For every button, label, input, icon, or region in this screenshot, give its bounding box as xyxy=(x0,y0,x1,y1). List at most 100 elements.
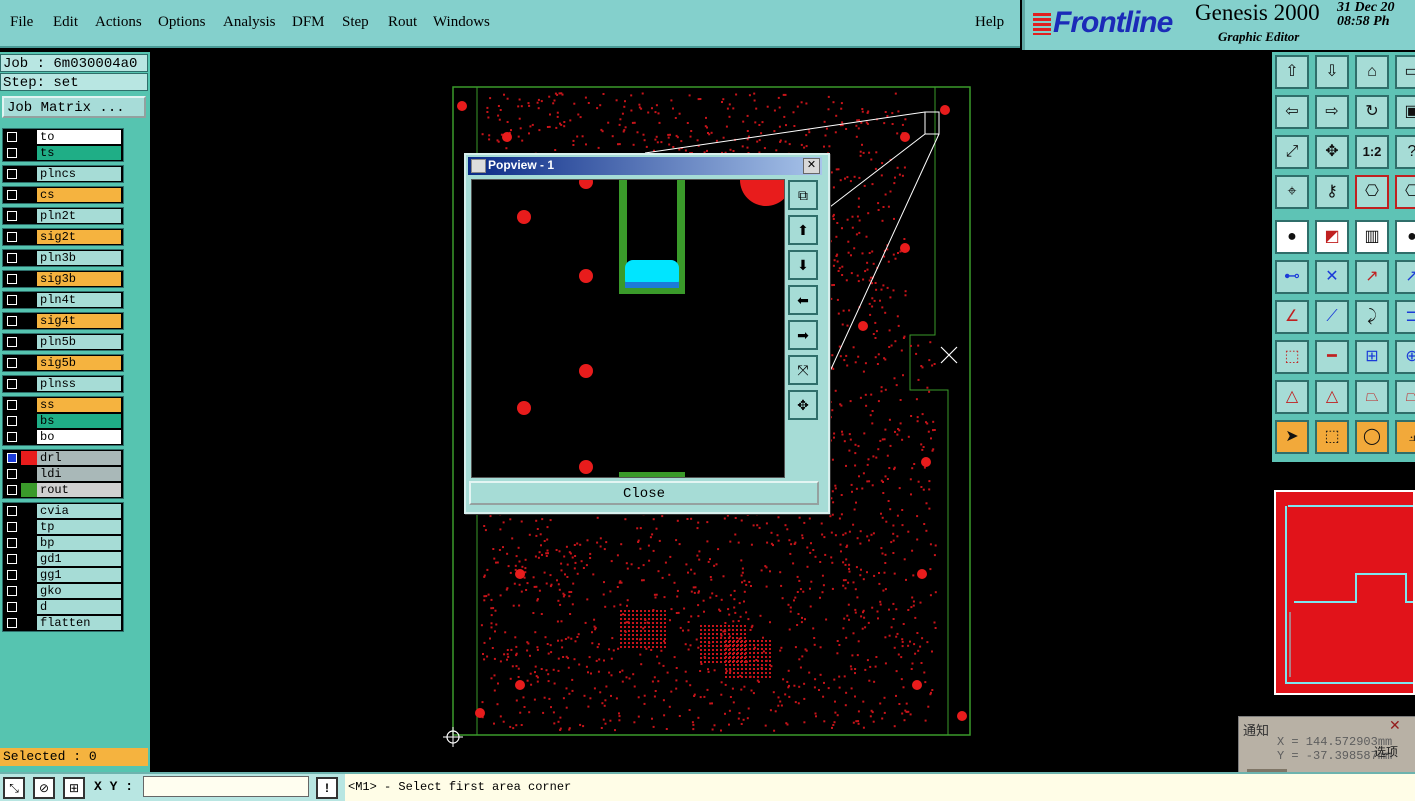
trapezoid-icon[interactable]: ⏢ xyxy=(1355,380,1389,414)
angle-icon[interactable]: ∠ xyxy=(1275,300,1309,334)
left-icon[interactable]: ⇦ xyxy=(1275,95,1309,129)
ruler-icon[interactable]: ▥ xyxy=(1355,220,1389,254)
layer-name[interactable]: bp xyxy=(37,536,121,550)
layer-name[interactable]: gd1 xyxy=(37,552,121,566)
query-icon[interactable]: ? xyxy=(1395,135,1415,169)
layer-color-swatch[interactable] xyxy=(21,520,37,534)
measure-icon[interactable]: ⌖ xyxy=(1275,175,1309,209)
layer-checkbox[interactable] xyxy=(7,538,17,548)
layer-name[interactable]: pln2t xyxy=(37,209,121,223)
layer-name[interactable]: cs xyxy=(37,188,121,202)
layer-name[interactable]: ts xyxy=(37,146,121,160)
layer-name[interactable]: to xyxy=(37,130,121,144)
layer-color-swatch[interactable] xyxy=(21,600,37,614)
triangle-up-icon[interactable]: △ xyxy=(1315,380,1349,414)
layer-name[interactable]: sig4t xyxy=(37,314,121,328)
layer-row[interactable]: rout xyxy=(3,482,123,498)
select-poly-icon[interactable]: ⟓ xyxy=(1395,420,1415,454)
layer-name[interactable]: gko xyxy=(37,584,121,598)
zoom-area-icon[interactable]: ⤡ xyxy=(3,777,25,799)
slash-icon[interactable]: ⟋ xyxy=(1315,300,1349,334)
home-icon[interactable]: ⇧ xyxy=(1275,55,1309,89)
pad-move-icon[interactable]: ⬚ xyxy=(1275,340,1309,374)
menu-analysis[interactable]: Analysis xyxy=(223,14,276,31)
layer-checkbox[interactable] xyxy=(7,274,17,284)
layer-checkbox[interactable] xyxy=(7,148,17,158)
close-icon[interactable]: ✕ xyxy=(803,158,820,174)
layer-checkbox[interactable] xyxy=(7,586,17,596)
layer-checkbox[interactable] xyxy=(7,400,17,410)
menu-step[interactable]: Step xyxy=(342,14,369,31)
line-icon[interactable]: ◩ xyxy=(1315,220,1349,254)
layer-color-swatch[interactable] xyxy=(21,483,37,497)
layer-checkbox[interactable] xyxy=(7,253,17,263)
trapezoid2-icon[interactable]: ⏢ xyxy=(1395,380,1415,414)
menu-file[interactable]: File xyxy=(10,14,33,31)
layer-row[interactable]: sig5b xyxy=(3,355,123,371)
layer-color-swatch[interactable] xyxy=(21,552,37,566)
zoom-fit-icon[interactable]: ⤧ xyxy=(788,355,818,385)
layer-checkbox[interactable] xyxy=(7,432,17,442)
layer-checkbox[interactable] xyxy=(7,602,17,612)
layer-checkbox[interactable] xyxy=(7,232,17,242)
layer-color-swatch[interactable] xyxy=(21,584,37,598)
layer-color-swatch[interactable] xyxy=(21,398,37,412)
move-icon[interactable]: ↗ xyxy=(1355,260,1389,294)
layer-row[interactable]: sig3b xyxy=(3,271,123,287)
layer-name[interactable]: drl xyxy=(37,451,121,465)
layer-checkbox[interactable] xyxy=(7,169,17,179)
layer-name[interactable]: sig3b xyxy=(37,272,121,286)
layer-color-swatch[interactable] xyxy=(21,377,37,391)
select-circle-icon[interactable]: ◯ xyxy=(1355,420,1389,454)
layer-row[interactable]: to xyxy=(3,129,123,145)
layer-color-swatch[interactable] xyxy=(21,616,37,630)
triangle-icon[interactable]: △ xyxy=(1275,380,1309,414)
layer-checkbox[interactable] xyxy=(7,570,17,580)
layer-name[interactable]: plnss xyxy=(37,377,121,391)
layer-checkbox[interactable] xyxy=(7,379,17,389)
layer-row[interactable]: bp xyxy=(3,535,123,551)
layer-checkbox[interactable] xyxy=(7,469,17,479)
layer-row[interactable]: d xyxy=(3,599,123,615)
route-icon[interactable]: ↗ xyxy=(1395,260,1415,294)
snap-icon[interactable]: ⊘ xyxy=(33,777,55,799)
menu-actions[interactable]: Actions xyxy=(95,14,142,31)
layer-name[interactable]: flatten xyxy=(37,616,121,630)
pad-icon[interactable]: ● xyxy=(1275,220,1309,254)
layer-name[interactable]: pln5b xyxy=(37,335,121,349)
layer-color-swatch[interactable] xyxy=(21,314,37,328)
right-icon[interactable]: ⇨ xyxy=(1315,95,1349,129)
rotate-icon[interactable]: ↻ xyxy=(1355,95,1389,129)
layer-color-swatch[interactable] xyxy=(21,356,37,370)
layer-name[interactable]: d xyxy=(37,600,121,614)
layer-checkbox[interactable] xyxy=(7,190,17,200)
popview-titlebar[interactable]: Popview - 1 ✕ xyxy=(468,157,822,175)
select-box-icon[interactable]: ⬚ xyxy=(1315,420,1349,454)
menu-rout[interactable]: Rout xyxy=(388,14,417,31)
layer-checkbox[interactable] xyxy=(7,506,17,516)
layer-color-swatch[interactable] xyxy=(21,146,37,160)
layer-color-swatch[interactable] xyxy=(21,251,37,265)
layer-color-swatch[interactable] xyxy=(21,130,37,144)
layer-color-swatch[interactable] xyxy=(21,335,37,349)
layer-color-swatch[interactable] xyxy=(21,504,37,518)
layer-checkbox[interactable] xyxy=(7,316,17,326)
window-menu-icon[interactable] xyxy=(471,159,486,173)
layer-color-swatch[interactable] xyxy=(21,293,37,307)
layer-color-swatch[interactable] xyxy=(21,272,37,286)
layer-row[interactable]: sig4t xyxy=(3,313,123,329)
layer-name[interactable]: ldi xyxy=(37,467,121,481)
layer-checkbox[interactable] xyxy=(7,358,17,368)
layer-name[interactable]: bo xyxy=(37,430,121,444)
key-icon[interactable]: ⚷ xyxy=(1315,175,1349,209)
menu-options[interactable]: Options xyxy=(158,14,206,31)
layer-row[interactable]: gko xyxy=(3,583,123,599)
layer-row[interactable]: plncs xyxy=(3,166,123,182)
layer-checkbox[interactable] xyxy=(7,522,17,532)
layer-row[interactable]: pln4t xyxy=(3,292,123,308)
pan-up-icon[interactable]: ⬆ xyxy=(788,215,818,245)
house-icon[interactable]: ⌂ xyxy=(1355,55,1389,89)
layer-color-swatch[interactable] xyxy=(21,568,37,582)
net-icon[interactable]: ⎔ xyxy=(1355,175,1389,209)
close-icon[interactable]: ✕ xyxy=(1389,717,1401,734)
